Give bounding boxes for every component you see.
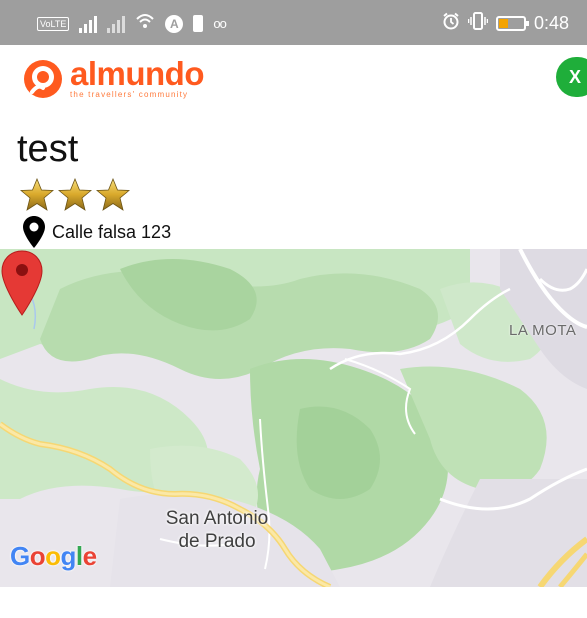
location-pin-icon [23,216,45,248]
google-logo-letter: o [45,541,61,571]
close-button[interactable]: X [556,57,587,97]
google-logo: Google [10,541,97,572]
map-terrain [0,249,587,587]
star-icon [20,178,54,211]
status-bar-left: VoLTE A oo [37,12,227,35]
status-bar: VoLTE A oo 0:48 [0,0,587,45]
vibrate-icon [467,12,489,35]
clock: 0:48 [533,13,569,33]
brand-logo: almundo the travellers' community [22,55,205,100]
brand-name: almundo [70,55,205,92]
map-marker-icon[interactable] [0,249,44,317]
hotel-address: Calle falsa 123 [22,215,171,249]
volte-icon: VoLTE [37,16,70,31]
google-logo-letter: o [29,541,46,571]
voicemail-icon: oo [213,16,227,31]
battery-saver-icon [193,15,204,32]
google-logo-letter: e [82,541,97,571]
google-logo-letter: g [60,541,77,571]
signal-icon [79,15,98,33]
map-view[interactable]: LA MOTA San Antonio de Prado Google [0,249,587,587]
alarm-icon [442,12,460,35]
address-text: Calle falsa 123 [52,221,172,242]
map-town-label: San Antonio de Prado [142,507,292,553]
map-town-label-line1: San Antonio [165,508,269,529]
battery-level [498,19,508,28]
wifi-icon [135,12,155,35]
signal-icon [107,15,126,33]
a-circle-icon: A [165,14,184,33]
google-logo-letter: G [10,541,30,571]
map-area-label: LA MOTA [509,322,577,339]
google-logo-letter: l [75,541,83,571]
hotel-name: test [17,128,79,170]
star-icon [58,178,92,211]
star-icon [96,178,130,211]
almundo-logo-icon [24,60,62,98]
brand-tagline: the travellers' community [70,90,189,99]
map-town-label-line2: de Prado [178,531,256,552]
star-rating [20,178,130,211]
battery-icon [495,16,529,31]
status-bar-right: 0:48 [442,12,569,35]
